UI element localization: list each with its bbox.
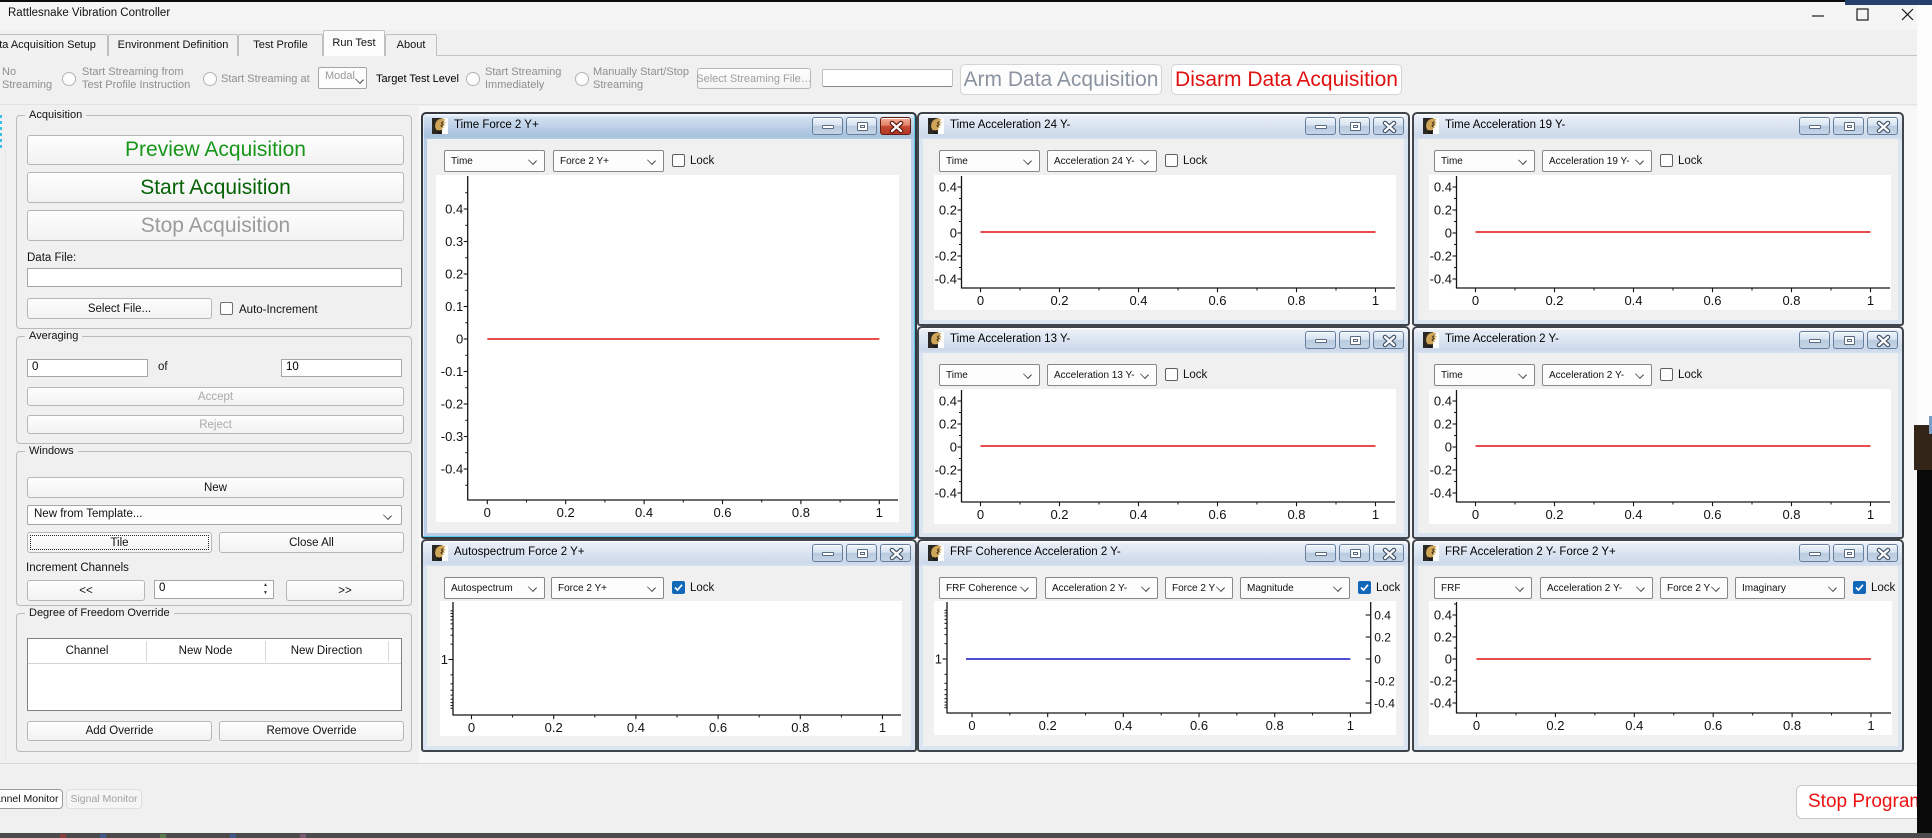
- svg-text:0.2: 0.2: [1545, 293, 1563, 308]
- svg-text:-0.4: -0.4: [1374, 697, 1395, 711]
- svg-text:-0.2: -0.2: [1430, 249, 1452, 264]
- svg-text:0.8: 0.8: [1782, 507, 1800, 522]
- svg-text:0.6: 0.6: [713, 505, 731, 520]
- svg-text:0.4: 0.4: [1434, 180, 1452, 195]
- svg-text:0: 0: [1472, 293, 1479, 308]
- svg-text:0.2: 0.2: [1545, 507, 1563, 522]
- svg-text:0.8: 0.8: [791, 720, 809, 735]
- svg-text:0.1: 0.1: [445, 299, 463, 314]
- svg-text:0.3: 0.3: [445, 234, 463, 249]
- svg-text:-0.4: -0.4: [935, 272, 957, 287]
- svg-text:0.6: 0.6: [1208, 293, 1226, 308]
- svg-text:0: 0: [468, 720, 475, 735]
- svg-text:0.8: 0.8: [1287, 293, 1305, 308]
- svg-text:1: 1: [441, 652, 448, 667]
- svg-text:-0.2: -0.2: [1430, 463, 1452, 478]
- svg-text:0.2: 0.2: [1039, 718, 1057, 733]
- svg-text:1: 1: [935, 652, 942, 667]
- svg-text:0.2: 0.2: [557, 505, 575, 520]
- svg-text:1: 1: [1372, 293, 1379, 308]
- svg-text:0: 0: [1445, 440, 1452, 455]
- svg-text:0.2: 0.2: [1434, 203, 1452, 218]
- svg-text:0: 0: [950, 440, 957, 455]
- svg-text:1: 1: [1867, 507, 1874, 522]
- svg-text:-0.2: -0.2: [1374, 675, 1395, 689]
- svg-text:1: 1: [876, 505, 883, 520]
- svg-text:0.4: 0.4: [1129, 507, 1147, 522]
- svg-text:0.4: 0.4: [1434, 608, 1452, 623]
- svg-text:0.6: 0.6: [1190, 718, 1208, 733]
- svg-text:0.6: 0.6: [1704, 718, 1722, 733]
- svg-text:0.8: 0.8: [1783, 718, 1801, 733]
- svg-text:0.2: 0.2: [1434, 417, 1452, 432]
- svg-text:0.4: 0.4: [635, 505, 653, 520]
- svg-text:0.2: 0.2: [1434, 630, 1452, 645]
- svg-text:0.2: 0.2: [1546, 718, 1564, 733]
- svg-text:-0.3: -0.3: [441, 429, 463, 444]
- svg-text:0: 0: [1472, 507, 1479, 522]
- svg-text:0.4: 0.4: [1624, 507, 1642, 522]
- svg-text:0.4: 0.4: [939, 394, 957, 409]
- svg-text:-0.4: -0.4: [441, 462, 463, 477]
- svg-text:0: 0: [1374, 653, 1381, 667]
- svg-text:0.4: 0.4: [1374, 609, 1391, 623]
- svg-text:0.2: 0.2: [445, 267, 463, 282]
- svg-text:0.2: 0.2: [545, 720, 563, 735]
- svg-text:0.6: 0.6: [709, 720, 727, 735]
- svg-text:0: 0: [977, 507, 984, 522]
- svg-text:0.8: 0.8: [1287, 507, 1305, 522]
- svg-text:0.4: 0.4: [1625, 718, 1643, 733]
- svg-text:0: 0: [484, 505, 491, 520]
- svg-text:0: 0: [968, 718, 975, 733]
- svg-text:-0.4: -0.4: [1430, 486, 1452, 501]
- svg-text:0.4: 0.4: [445, 202, 463, 217]
- svg-text:0: 0: [1445, 226, 1452, 241]
- svg-text:0.8: 0.8: [792, 505, 810, 520]
- svg-text:0.2: 0.2: [1050, 293, 1068, 308]
- svg-text:0.4: 0.4: [1624, 293, 1642, 308]
- svg-text:-0.2: -0.2: [935, 463, 957, 478]
- svg-text:-0.2: -0.2: [441, 397, 463, 412]
- svg-text:0.8: 0.8: [1266, 718, 1284, 733]
- svg-text:1: 1: [1867, 293, 1874, 308]
- svg-text:0.4: 0.4: [1129, 293, 1147, 308]
- svg-text:-0.4: -0.4: [1430, 696, 1452, 711]
- svg-text:1: 1: [1372, 507, 1379, 522]
- svg-text:0.2: 0.2: [1374, 631, 1391, 645]
- svg-text:-0.2: -0.2: [935, 249, 957, 264]
- svg-text:0.4: 0.4: [939, 180, 957, 195]
- svg-text:0.6: 0.6: [1703, 507, 1721, 522]
- svg-text:0.8: 0.8: [1782, 293, 1800, 308]
- svg-text:0: 0: [1473, 718, 1480, 733]
- svg-text:0.4: 0.4: [1434, 394, 1452, 409]
- svg-text:-0.1: -0.1: [441, 364, 463, 379]
- svg-text:0.6: 0.6: [1208, 507, 1226, 522]
- svg-text:-0.2: -0.2: [1430, 674, 1452, 689]
- svg-text:1: 1: [1867, 718, 1874, 733]
- svg-text:-0.4: -0.4: [935, 486, 957, 501]
- svg-text:0: 0: [1445, 652, 1452, 667]
- svg-text:1: 1: [879, 720, 886, 735]
- svg-text:0.4: 0.4: [627, 720, 645, 735]
- svg-text:-0.4: -0.4: [1430, 272, 1452, 287]
- svg-text:0: 0: [977, 293, 984, 308]
- svg-text:0.2: 0.2: [939, 417, 957, 432]
- svg-text:0.4: 0.4: [1114, 718, 1132, 733]
- svg-text:0.2: 0.2: [1050, 507, 1068, 522]
- svg-text:0.6: 0.6: [1703, 293, 1721, 308]
- svg-text:0: 0: [950, 226, 957, 241]
- svg-text:0: 0: [456, 332, 463, 347]
- svg-text:1: 1: [1347, 718, 1354, 733]
- svg-text:0.2: 0.2: [939, 203, 957, 218]
